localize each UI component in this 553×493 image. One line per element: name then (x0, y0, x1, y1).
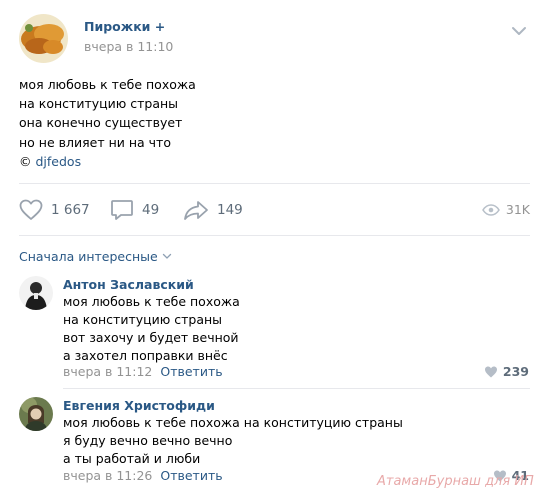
avatar[interactable] (19, 397, 53, 431)
share-button[interactable]: 149 (183, 198, 243, 222)
comment-button[interactable]: 49 (110, 198, 159, 222)
comment-text: моя любовь к тебе похожа на конституцию … (63, 414, 403, 468)
post-author-name[interactable]: Пирожки + (84, 19, 165, 34)
heart-icon (19, 199, 43, 220)
comments-sort-dropdown[interactable]: Сначала интересные (19, 249, 172, 264)
post-text: моя любовь к тебе похожа на конституцию … (19, 75, 196, 171)
reply-button[interactable]: Ответить (160, 364, 222, 379)
comment-author[interactable]: Антон Заславский (63, 277, 194, 292)
post-attribution: © djfedos (19, 152, 196, 171)
watermark: АтаманБурнаш для ИП (377, 474, 534, 489)
comment-icon (111, 200, 133, 220)
post-time[interactable]: вчера в 11:10 (84, 39, 173, 54)
comment-likes-count: 239 (502, 364, 529, 379)
post-text-line: она конечно существует (19, 115, 183, 131)
comments-count: 49 (142, 202, 160, 218)
comment-text-line: на конституцию страны (63, 312, 223, 327)
heart-icon (484, 366, 497, 377)
post-text-line: но не влияет ни на что (19, 134, 171, 150)
comment-time[interactable]: вчера в 11:12 (63, 364, 152, 379)
chevron-down-icon[interactable] (510, 22, 528, 35)
attribution-link[interactable]: djfedos (35, 154, 81, 169)
copyright-sign: © (19, 153, 36, 169)
comment-text: моя любовь к тебе похожа на конституцию … (63, 293, 240, 365)
share-icon (184, 201, 208, 220)
chevron-down-icon (162, 253, 171, 259)
comment-like-button[interactable]: 239 (484, 364, 529, 379)
comment-text-line: вот захочу и будет вечной (63, 330, 239, 345)
comment-time[interactable]: вчера в 11:26 (63, 468, 152, 483)
divider (19, 183, 530, 184)
comment-text-line: а захотел поправки внёс (63, 348, 228, 363)
like-button[interactable]: 1 667 (19, 198, 90, 222)
comment-author[interactable]: Евгения Христофиди (63, 398, 215, 413)
divider (19, 235, 530, 236)
comment-meta: вчера в 11:26 Ответить (63, 468, 223, 483)
comment-text-line: я буду вечно вечно вечно (63, 433, 233, 448)
divider (63, 388, 530, 389)
shares-count: 149 (217, 202, 243, 218)
reply-button[interactable]: Ответить (160, 468, 222, 483)
group-avatar[interactable] (19, 14, 68, 63)
comment-text-line: моя любовь к тебе похожа на конституцию … (63, 415, 403, 430)
post-text-line: на конституцию страны (19, 96, 179, 112)
comments-sort-label: Сначала интересные (19, 249, 158, 264)
likes-count: 1 667 (51, 202, 90, 218)
views-counter: 31K (482, 202, 530, 217)
comment-text-line: моя любовь к тебе похожа (63, 294, 240, 309)
comment-meta: вчера в 11:12 Ответить (63, 364, 223, 379)
post-header: Пирожки + вчера в 11:10 (0, 0, 553, 70)
post-text-line: моя любовь к тебе похожа (19, 77, 196, 92)
comment-text-line: а ты работай и люби (63, 451, 201, 466)
eye-icon (482, 203, 500, 216)
post-actions: 1 667 49 149 31K (0, 185, 553, 235)
views-count: 31K (505, 202, 530, 217)
avatar[interactable] (19, 276, 53, 310)
